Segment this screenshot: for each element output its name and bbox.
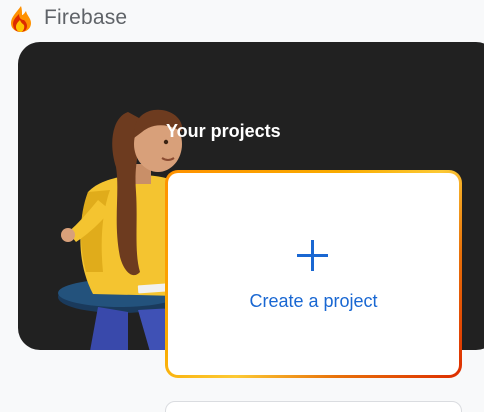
project-card[interactable] [165, 401, 462, 412]
hero-title: Your projects [166, 121, 281, 141]
create-project-card[interactable]: Create a project [165, 170, 462, 378]
firebase-console-page: Firebase Your projects Create a project [0, 0, 484, 412]
firebase-flame-icon[interactable] [8, 5, 34, 33]
create-project-label: Create a project [249, 291, 378, 311]
create-project-card-body[interactable]: Create a project [168, 173, 459, 375]
top-bar: Firebase [0, 0, 484, 40]
plus-icon [297, 240, 328, 271]
brand-name[interactable]: Firebase [44, 6, 127, 30]
